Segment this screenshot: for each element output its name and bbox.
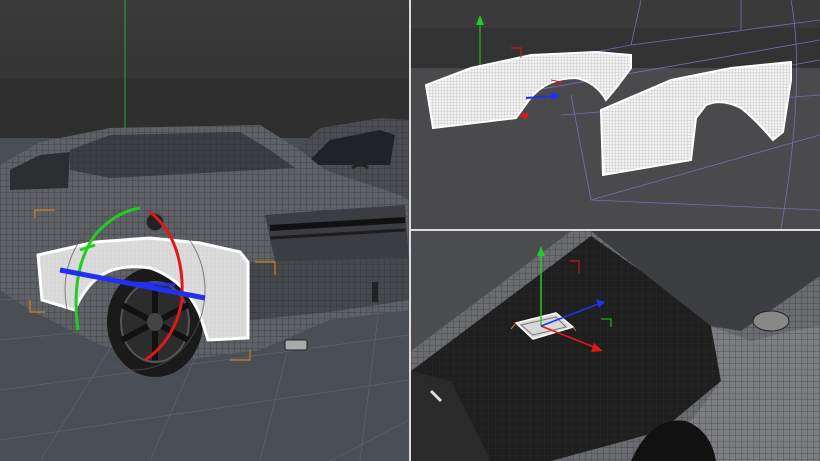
isolated-viewport-canvas[interactable] xyxy=(411,0,820,229)
viewport-workspace xyxy=(0,0,820,461)
background-sky xyxy=(0,0,409,80)
viewport-hood[interactable] xyxy=(411,231,820,461)
background-sky xyxy=(411,0,820,30)
viewport-divider-horizontal[interactable] xyxy=(411,229,820,231)
main-viewport-canvas[interactable] xyxy=(0,0,409,461)
viewport-isolated-fenders[interactable] xyxy=(411,0,820,229)
viewport-perspective-main[interactable] xyxy=(0,0,409,461)
hood-viewport-canvas[interactable] xyxy=(411,231,820,461)
